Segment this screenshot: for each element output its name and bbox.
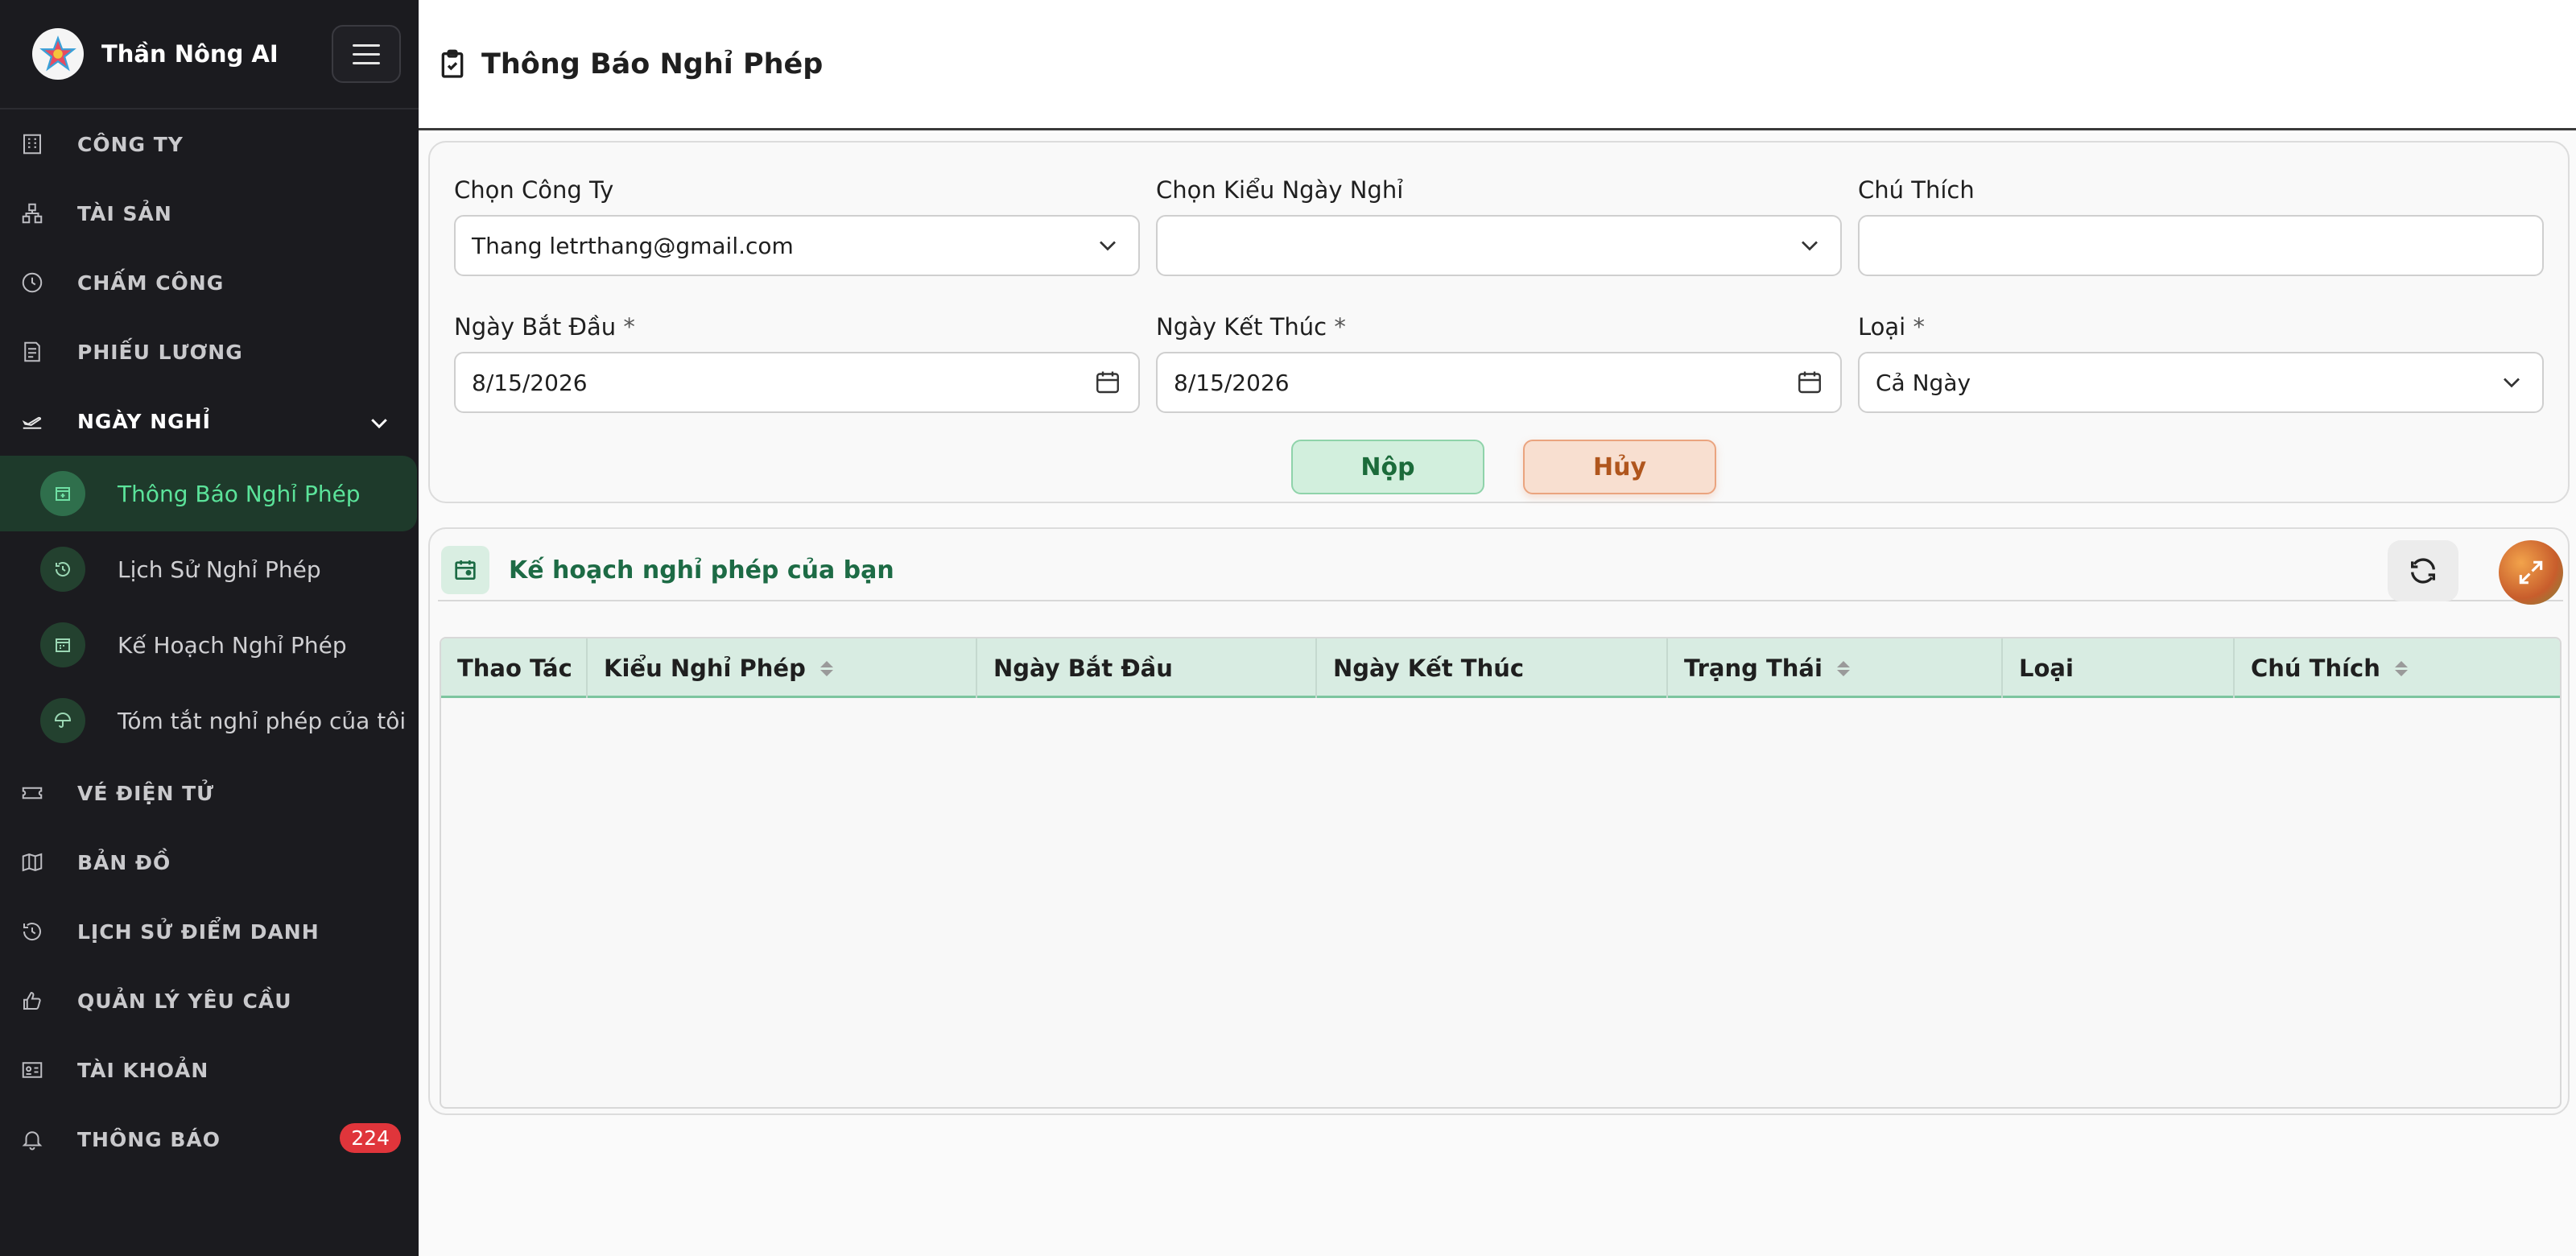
leave-plan-table: Thao Tác Kiểu Nghỉ Phép Ngày Bắt Đầu Ngà…: [440, 637, 2562, 1109]
kind-field: Loại * Cả Ngày: [1858, 313, 2544, 413]
kind-select[interactable]: Cả Ngày: [1858, 352, 2544, 413]
star-logo-icon: [39, 35, 76, 72]
history-icon: [19, 919, 45, 944]
sidebar-item-ngay-nghi[interactable]: NGÀY NGHỈ: [0, 386, 419, 456]
sidebar-subitem-thong-bao-nghi-phep[interactable]: Thông Báo Nghỉ Phép: [0, 456, 417, 531]
clock-icon: [19, 270, 45, 295]
submit-button[interactable]: Nộp: [1291, 440, 1484, 494]
leave-type-select[interactable]: [1156, 215, 1842, 276]
calendar-icon: [40, 622, 85, 667]
expand-button[interactable]: [2499, 540, 2563, 605]
sidebar-item-ban-do[interactable]: BẢN ĐỒ: [0, 828, 419, 897]
column-header-leave-type[interactable]: Kiểu Nghỉ Phép: [588, 638, 977, 698]
clipboard-check-icon: [441, 49, 464, 78]
column-header-kind: Loại: [2003, 638, 2235, 698]
main-content: Chọn Công Ty Thang letrthang@gmail.com C…: [419, 133, 2576, 1256]
sidebar-item-tai-san[interactable]: TÀI SẢN: [0, 179, 419, 248]
refresh-button[interactable]: [2388, 540, 2458, 601]
assets-icon: [19, 200, 45, 226]
column-header-status[interactable]: Trạng Thái: [1668, 638, 2003, 698]
plane-icon: [19, 408, 45, 434]
sidebar-item-phieu-luong[interactable]: PHIẾU LƯƠNG: [0, 317, 419, 386]
expand-icon: [2519, 560, 2543, 585]
sidebar: Thần Nông AI CÔNG TY TÀI SẢN CHẤM CÔNG P…: [0, 0, 419, 1256]
note-input[interactable]: [1858, 215, 2544, 276]
chevron-down-icon: [1100, 241, 1116, 251]
kind-label: Loại *: [1858, 313, 1925, 341]
cancel-button[interactable]: Hủy: [1523, 440, 1716, 494]
leave-plan-title: Kế hoạch nghỉ phép của bạn: [509, 556, 894, 585]
leave-plan-panel: Kế hoạch nghỉ phép của bạn Thao Tác Kiểu…: [428, 527, 2570, 1115]
page-title: Thông Báo Nghỉ Phép: [481, 48, 824, 81]
sidebar-item-tai-khoan[interactable]: TÀI KHOẢN: [0, 1035, 419, 1105]
building-icon: [19, 131, 45, 157]
end-date-input[interactable]: 8/15/2026: [1156, 352, 1842, 413]
column-header-note[interactable]: Chú Thích: [2235, 638, 2560, 698]
start-date-label: Ngày Bắt Đầu *: [454, 313, 635, 341]
start-date-field: Ngày Bắt Đầu * 8/15/2026: [454, 313, 1140, 413]
sidebar-subitem-ke-hoach-nghi-phep[interactable]: Kế Hoạch Nghỉ Phép: [0, 607, 419, 683]
column-header-action: Thao Tác: [441, 638, 588, 698]
calendar-icon[interactable]: [1795, 368, 1824, 397]
table-header-row: Thao Tác Kiểu Nghỉ Phép Ngày Bắt Đầu Ngà…: [441, 638, 2560, 698]
sidebar-subitem-lich-su-nghi-phep[interactable]: Lịch Sử Nghỉ Phép: [0, 531, 419, 607]
refresh-icon: [2411, 558, 2435, 584]
end-date-field: Ngày Kết Thúc * 8/15/2026: [1156, 313, 1842, 413]
sidebar-item-lich-su-diem-danh[interactable]: LỊCH SỬ ĐIỂM DANH: [0, 897, 419, 966]
sort-icon[interactable]: [819, 660, 833, 676]
kind-select-value: Cả Ngày: [1876, 369, 1971, 396]
sidebar-item-quan-ly-yeu-cau[interactable]: QUẢN LÝ YÊU CẦU: [0, 966, 419, 1035]
umbrella-icon: [40, 698, 85, 743]
hamburger-icon: [353, 43, 380, 47]
sidebar-subitem-tom-tat-nghi-phep[interactable]: Tóm tắt nghỉ phép của tôi: [0, 683, 419, 758]
payslip-icon: [19, 339, 45, 365]
notification-count-badge: 224: [340, 1123, 401, 1153]
leave-type-field: Chọn Kiểu Ngày Nghỉ: [1156, 176, 1842, 276]
sidebar-nav: CÔNG TY TÀI SẢN CHẤM CÔNG PHIẾU LƯƠNG NG…: [0, 109, 419, 1174]
sidebar-item-cong-ty[interactable]: CÔNG TY: [0, 109, 419, 179]
calendar-plus-icon: [40, 471, 85, 516]
history-icon: [40, 547, 85, 592]
menu-toggle-button[interactable]: [332, 25, 401, 83]
thumbs-up-icon: [19, 988, 45, 1014]
company-field: Chọn Công Ty Thang letrthang@gmail.com: [454, 176, 1140, 276]
sidebar-item-cham-cong[interactable]: CHẤM CÔNG: [0, 248, 419, 317]
map-icon: [19, 849, 45, 875]
start-date-input[interactable]: 8/15/2026: [454, 352, 1140, 413]
sidebar-header: Thần Nông AI: [0, 0, 419, 109]
chevron-down-icon: [1802, 241, 1818, 251]
app-name: Thần Nông AI: [101, 40, 279, 68]
company-label: Chọn Công Ty: [454, 176, 614, 204]
company-select[interactable]: Thang letrthang@gmail.com: [454, 215, 1140, 276]
chevron-down-icon: [2504, 378, 2520, 388]
leave-form: Chọn Công Ty Thang letrthang@gmail.com C…: [428, 141, 2570, 503]
sort-icon[interactable]: [2394, 660, 2408, 676]
id-card-icon: [19, 1057, 45, 1083]
company-select-value: Thang letrthang@gmail.com: [472, 232, 794, 259]
end-date-value: 8/15/2026: [1174, 369, 1290, 396]
page-header: Thông Báo Nghỉ Phép: [419, 0, 2576, 130]
leave-type-label: Chọn Kiểu Ngày Nghỉ: [1156, 176, 1404, 204]
column-header-end-date: Ngày Kết Thúc: [1317, 638, 1668, 698]
column-header-start-date: Ngày Bắt Đầu: [977, 638, 1317, 698]
note-label: Chú Thích: [1858, 176, 1975, 204]
chevron-down-icon: [371, 419, 387, 429]
calendar-icon[interactable]: [1093, 368, 1122, 397]
note-field: Chú Thích: [1858, 176, 2544, 276]
ticket-icon: [19, 780, 45, 806]
sidebar-item-thong-bao[interactable]: THÔNG BÁO 224: [0, 1105, 419, 1174]
calendar-user-icon: [441, 546, 489, 594]
sidebar-item-ve-dien-tu[interactable]: VÉ ĐIỆN TỬ: [0, 758, 419, 828]
end-date-label: Ngày Kết Thúc *: [1156, 313, 1346, 341]
start-date-value: 8/15/2026: [472, 369, 588, 396]
app-logo[interactable]: [32, 28, 84, 80]
bell-icon: [19, 1126, 45, 1152]
sort-icon[interactable]: [1836, 660, 1850, 676]
leave-plan-header: Kế hoạch nghỉ phép của bạn: [438, 540, 2563, 605]
